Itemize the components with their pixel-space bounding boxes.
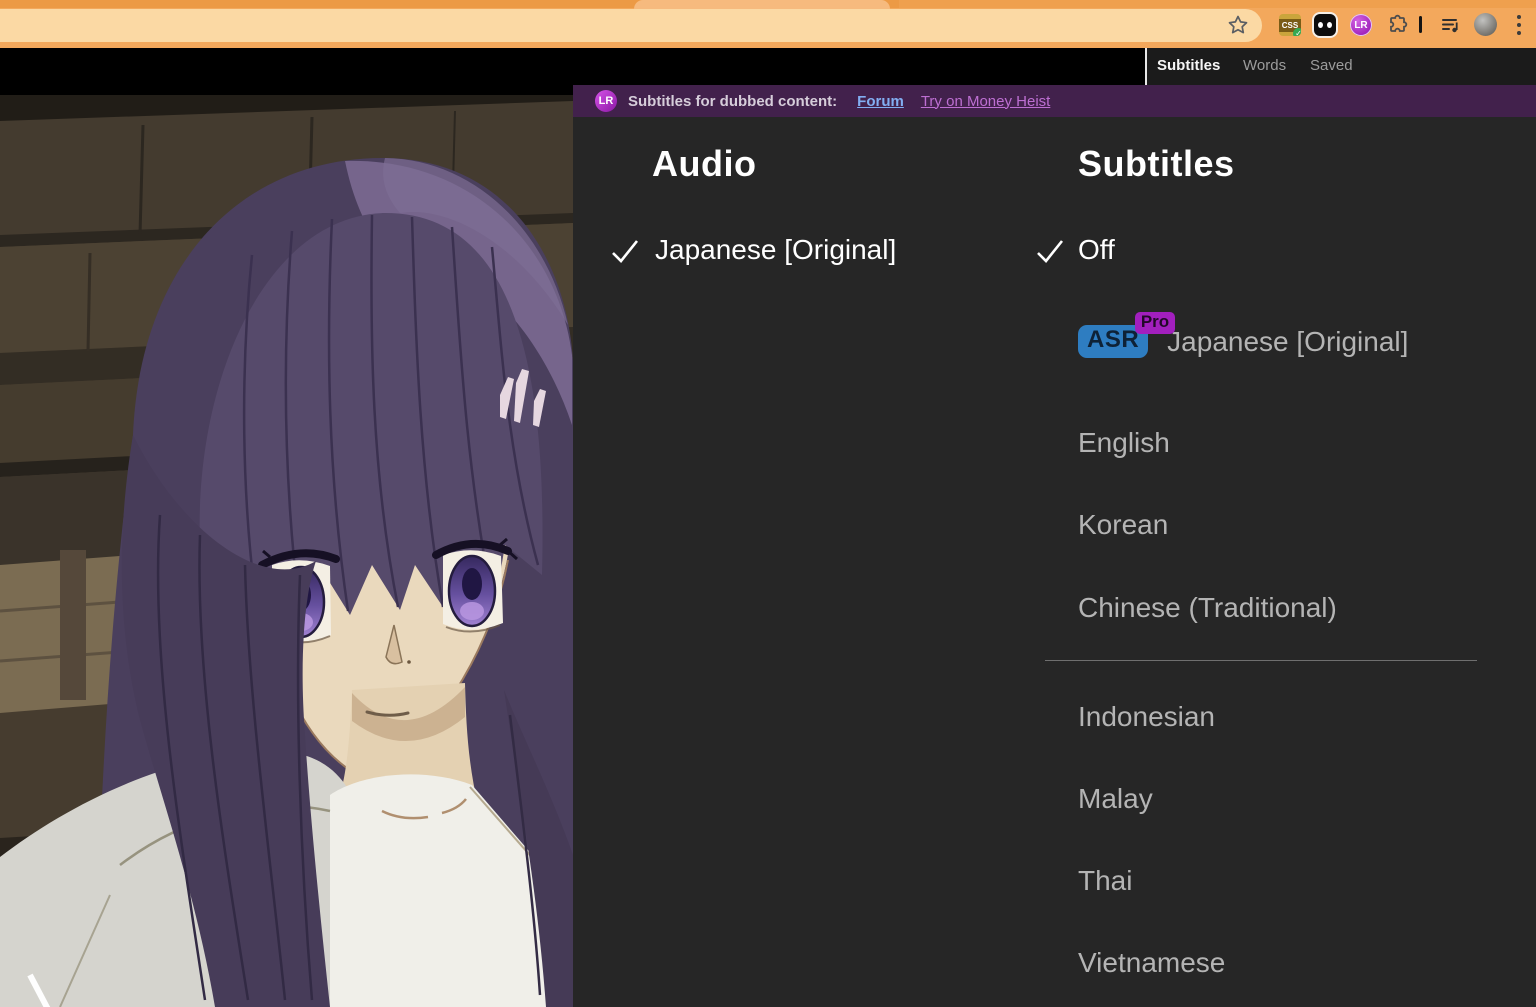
- subtitle-option-thai[interactable]: Thai: [1078, 865, 1132, 897]
- subtitle-option-korean[interactable]: Korean: [1078, 509, 1168, 541]
- tab-saved[interactable]: Saved: [1310, 55, 1353, 77]
- toolbar-separator: [1419, 16, 1422, 33]
- extensions-puzzle-icon[interactable]: [1386, 14, 1408, 36]
- address-bar[interactable]: [0, 9, 1262, 42]
- tab-strip-right: [899, 0, 1536, 8]
- audio-selected-check-icon: [610, 238, 640, 264]
- subtitle-option-vietnamese[interactable]: Vietnamese: [1078, 947, 1225, 979]
- subtitle-list-divider: [1045, 660, 1477, 661]
- subtitles-column-title: Subtitles: [1078, 143, 1235, 185]
- pro-badge-text: Pro: [1135, 312, 1175, 334]
- playlist-music-icon[interactable]: [1440, 14, 1462, 36]
- subtitle-option-malay[interactable]: Malay: [1078, 783, 1153, 815]
- money-heist-link[interactable]: Try on Money Heist: [921, 93, 1051, 110]
- subtitles-selected-check-icon: [1035, 238, 1065, 264]
- forum-link[interactable]: Forum: [857, 93, 904, 110]
- tab-words[interactable]: Words: [1243, 55, 1286, 77]
- language-reactor-logo: LR: [595, 90, 617, 112]
- css-extension-icon[interactable]: CSS ✓: [1279, 14, 1301, 36]
- subtitle-option-english[interactable]: English: [1078, 427, 1170, 459]
- browser-menu-kebab-icon[interactable]: [1516, 15, 1522, 35]
- bookmark-star-icon[interactable]: [1228, 15, 1248, 35]
- audio-column-title: Audio: [652, 143, 756, 185]
- asr-pro-badge: ASR Pro: [1078, 325, 1148, 358]
- subtitle-option-label: Japanese [Original]: [1167, 326, 1408, 358]
- subtitle-option-chinese-traditional[interactable]: Chinese (Traditional): [1078, 592, 1337, 624]
- green-check-icon: ✓: [1293, 28, 1301, 36]
- audio-option-japanese[interactable]: Japanese [Original]: [655, 234, 896, 266]
- subtitle-option-indonesian[interactable]: Indonesian: [1078, 701, 1215, 733]
- subtitle-option-japanese-asr[interactable]: ASR Pro Japanese [Original]: [1078, 325, 1408, 358]
- profile-avatar[interactable]: [1474, 13, 1497, 36]
- eyes-extension-icon[interactable]: [1314, 14, 1336, 36]
- language-reactor-panel: LR Subtitles for dubbed content: Forum T…: [573, 85, 1536, 1007]
- tab-subtitles[interactable]: Subtitles: [1157, 55, 1220, 77]
- video-player-area[interactable]: [0, 48, 573, 1007]
- browser-toolbar: CSS ✓ LR: [0, 0, 1536, 48]
- banner-message: Subtitles for dubbed content:: [628, 93, 837, 110]
- language-reactor-toolbar-icon[interactable]: LR: [1350, 14, 1372, 36]
- anime-video-frame: [0, 95, 573, 1007]
- active-browser-tab[interactable]: [634, 0, 890, 9]
- subtitle-option-off[interactable]: Off: [1078, 234, 1115, 266]
- promo-banner: LR Subtitles for dubbed content: Forum T…: [573, 85, 1536, 117]
